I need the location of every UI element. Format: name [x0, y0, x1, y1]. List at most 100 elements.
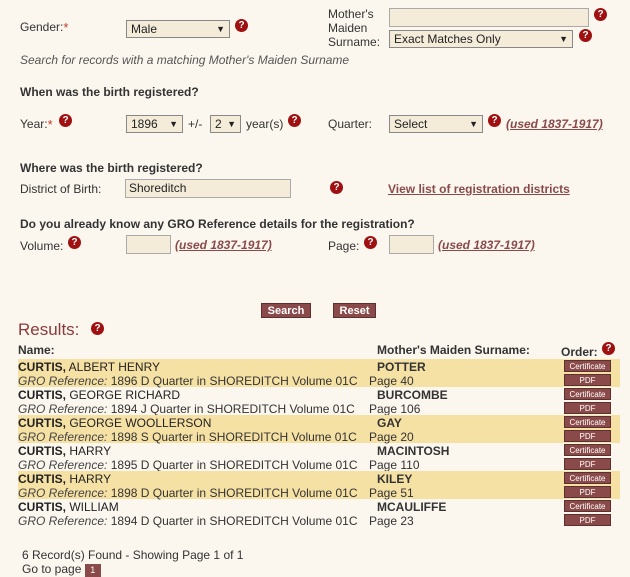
gro-reference-value: 1895 D Quarter in SHOREDITCH Volume 01C	[110, 458, 358, 472]
pdf-button[interactable]: PDF	[564, 374, 611, 386]
table-row: CURTIS, WILLIAM GRO Reference: 1894 D Qua…	[18, 499, 620, 528]
quarter-label: Quarter:	[328, 117, 373, 131]
result-page: Page 51	[369, 486, 414, 500]
col-order-header: Order:	[561, 345, 598, 359]
table-row: CURTIS, ALBERT HENRY GRO Reference: 1896 …	[18, 359, 620, 388]
result-maiden-surname: MACINTOSH	[377, 444, 450, 458]
gender-select[interactable]: Male ▼	[126, 20, 230, 38]
gro-prefix: GRO Reference:	[18, 458, 108, 472]
page-help-icon[interactable]: ?	[364, 236, 377, 249]
result-surname: CURTIS,	[18, 360, 66, 374]
table-row: CURTIS, HARRY GRO Reference: 1898 D Quart…	[18, 471, 620, 500]
result-maiden-surname: KILEY	[377, 472, 413, 486]
gro-prefix: GRO Reference:	[18, 402, 108, 416]
birth-when-heading: When was the birth registered?	[20, 85, 199, 99]
result-page: Page 20	[369, 430, 414, 444]
year-label: Year:*	[20, 117, 53, 132]
search-button[interactable]: Search	[261, 303, 311, 318]
chevron-down-icon: ▼	[169, 119, 178, 129]
pdf-button[interactable]: PDF	[564, 486, 611, 498]
certificate-button[interactable]: Certificate	[564, 360, 611, 372]
year-help-icon[interactable]: ?	[59, 114, 72, 127]
gro-reference-value: 1898 D Quarter in SHOREDITCH Volume 01C	[110, 486, 358, 500]
certificate-button[interactable]: Certificate	[564, 472, 611, 484]
table-row: CURTIS, GEORGE RICHARD GRO Reference: 189…	[18, 387, 620, 416]
certificate-button[interactable]: Certificate	[564, 388, 611, 400]
gro-prefix: GRO Reference:	[18, 486, 108, 500]
results-help-icon[interactable]: ?	[91, 322, 104, 335]
birth-where-heading: Where was the birth registered?	[20, 161, 203, 175]
volume-help-icon[interactable]: ?	[68, 236, 81, 249]
order-help-icon[interactable]: ?	[602, 342, 615, 355]
result-maiden-surname: BURCOMBE	[377, 388, 448, 402]
page-label: Page:	[328, 239, 360, 253]
certificate-button[interactable]: Certificate	[564, 444, 611, 456]
volume-usage-link[interactable]: (used 1837-1917)	[175, 238, 272, 252]
plus-minus-label: +/-	[188, 117, 203, 131]
certificate-button[interactable]: Certificate	[564, 416, 611, 428]
table-row: CURTIS, HARRY GRO Reference: 1895 D Quart…	[18, 443, 620, 472]
result-surname: CURTIS,	[18, 444, 66, 458]
maiden-match-help-icon[interactable]: ?	[579, 29, 592, 42]
result-gro-reference: GRO Reference: 1898 S Quarter in SHOREDI…	[18, 430, 357, 444]
result-surname: CURTIS,	[18, 416, 66, 430]
page-input[interactable]	[389, 235, 434, 254]
district-input[interactable]: Shoreditch	[125, 179, 291, 198]
gro-heading: Do you already know any GRO Reference de…	[20, 217, 415, 231]
year-select[interactable]: 1896 ▼	[126, 115, 183, 133]
col-maiden-header: Mother's Maiden Surname:	[377, 343, 530, 357]
chevron-down-icon: ▼	[227, 119, 236, 129]
result-gro-reference: GRO Reference: 1895 D Quarter in SHOREDI…	[18, 458, 357, 472]
col-name-header: Name:	[18, 343, 55, 357]
volume-input[interactable]	[126, 235, 171, 254]
result-surname: CURTIS,	[18, 472, 66, 486]
result-name: CURTIS, GEORGE WOOLLERSON	[18, 416, 211, 430]
pdf-button[interactable]: PDF	[564, 514, 611, 526]
pdf-button[interactable]: PDF	[564, 430, 611, 442]
result-maiden-surname: POTTER	[377, 360, 426, 374]
result-forenames: HARRY	[69, 444, 112, 458]
pdf-button[interactable]: PDF	[564, 458, 611, 470]
view-districts-link[interactable]: View list of registration districts	[388, 182, 570, 196]
maiden-surname-help-icon[interactable]: ?	[594, 8, 607, 21]
gro-prefix: GRO Reference:	[18, 514, 108, 528]
result-page: Page 106	[369, 402, 421, 416]
result-maiden-surname: MCAULIFFE	[377, 500, 447, 514]
gro-reference-value: 1896 D Quarter in SHOREDITCH Volume 01C	[110, 374, 358, 388]
page-usage-link[interactable]: (used 1837-1917)	[438, 238, 535, 252]
result-surname: CURTIS,	[18, 388, 66, 402]
quarter-select[interactable]: Select ▼	[389, 115, 483, 133]
year-range-help-icon[interactable]: ?	[288, 114, 301, 127]
maiden-search-note: Search for records with a matching Mothe…	[20, 53, 350, 67]
district-label: District of Birth:	[20, 182, 102, 196]
gro-reference-value: 1894 D Quarter in SHOREDITCH Volume 01C	[110, 514, 358, 528]
result-forenames: WILLIAM	[69, 500, 119, 514]
reset-button[interactable]: Reset	[333, 303, 376, 318]
maiden-match-select[interactable]: Exact Matches Only ▼	[389, 30, 573, 48]
table-row: CURTIS, GEORGE WOOLLERSON GRO Reference: …	[18, 415, 620, 444]
result-name: CURTIS, HARRY	[18, 472, 111, 486]
quarter-help-icon[interactable]: ?	[488, 114, 501, 127]
chevron-down-icon: ▼	[469, 119, 478, 129]
result-page: Page 40	[369, 374, 414, 388]
chevron-down-icon: ▼	[559, 34, 568, 44]
result-forenames: HARRY	[69, 472, 112, 486]
year-range-unit: year(s)	[246, 117, 284, 131]
maiden-surname-input[interactable]	[389, 8, 589, 27]
result-page: Page 23	[369, 514, 414, 528]
gro-reference-value: 1894 J Quarter in SHOREDITCH Volume 01C	[110, 402, 355, 416]
district-help-icon[interactable]: ?	[330, 181, 343, 194]
result-name: CURTIS, ALBERT HENRY	[18, 360, 160, 374]
pdf-button[interactable]: PDF	[564, 402, 611, 414]
gro-prefix: GRO Reference:	[18, 374, 108, 388]
year-range-select[interactable]: 2 ▼	[210, 115, 241, 133]
result-page: Page 110	[369, 458, 420, 472]
gender-help-icon[interactable]: ?	[235, 19, 248, 32]
gender-label: Gender:*	[20, 20, 69, 35]
quarter-usage-link[interactable]: (used 1837-1917)	[506, 117, 603, 131]
result-name: CURTIS, WILLIAM	[18, 500, 119, 514]
certificate-button[interactable]: Certificate	[564, 500, 611, 512]
goto-page: Go to page 1	[22, 562, 101, 577]
result-gro-reference: GRO Reference: 1896 D Quarter in SHOREDI…	[18, 374, 357, 388]
results-summary: 6 Record(s) Found - Showing Page 1 of 1	[22, 548, 244, 562]
